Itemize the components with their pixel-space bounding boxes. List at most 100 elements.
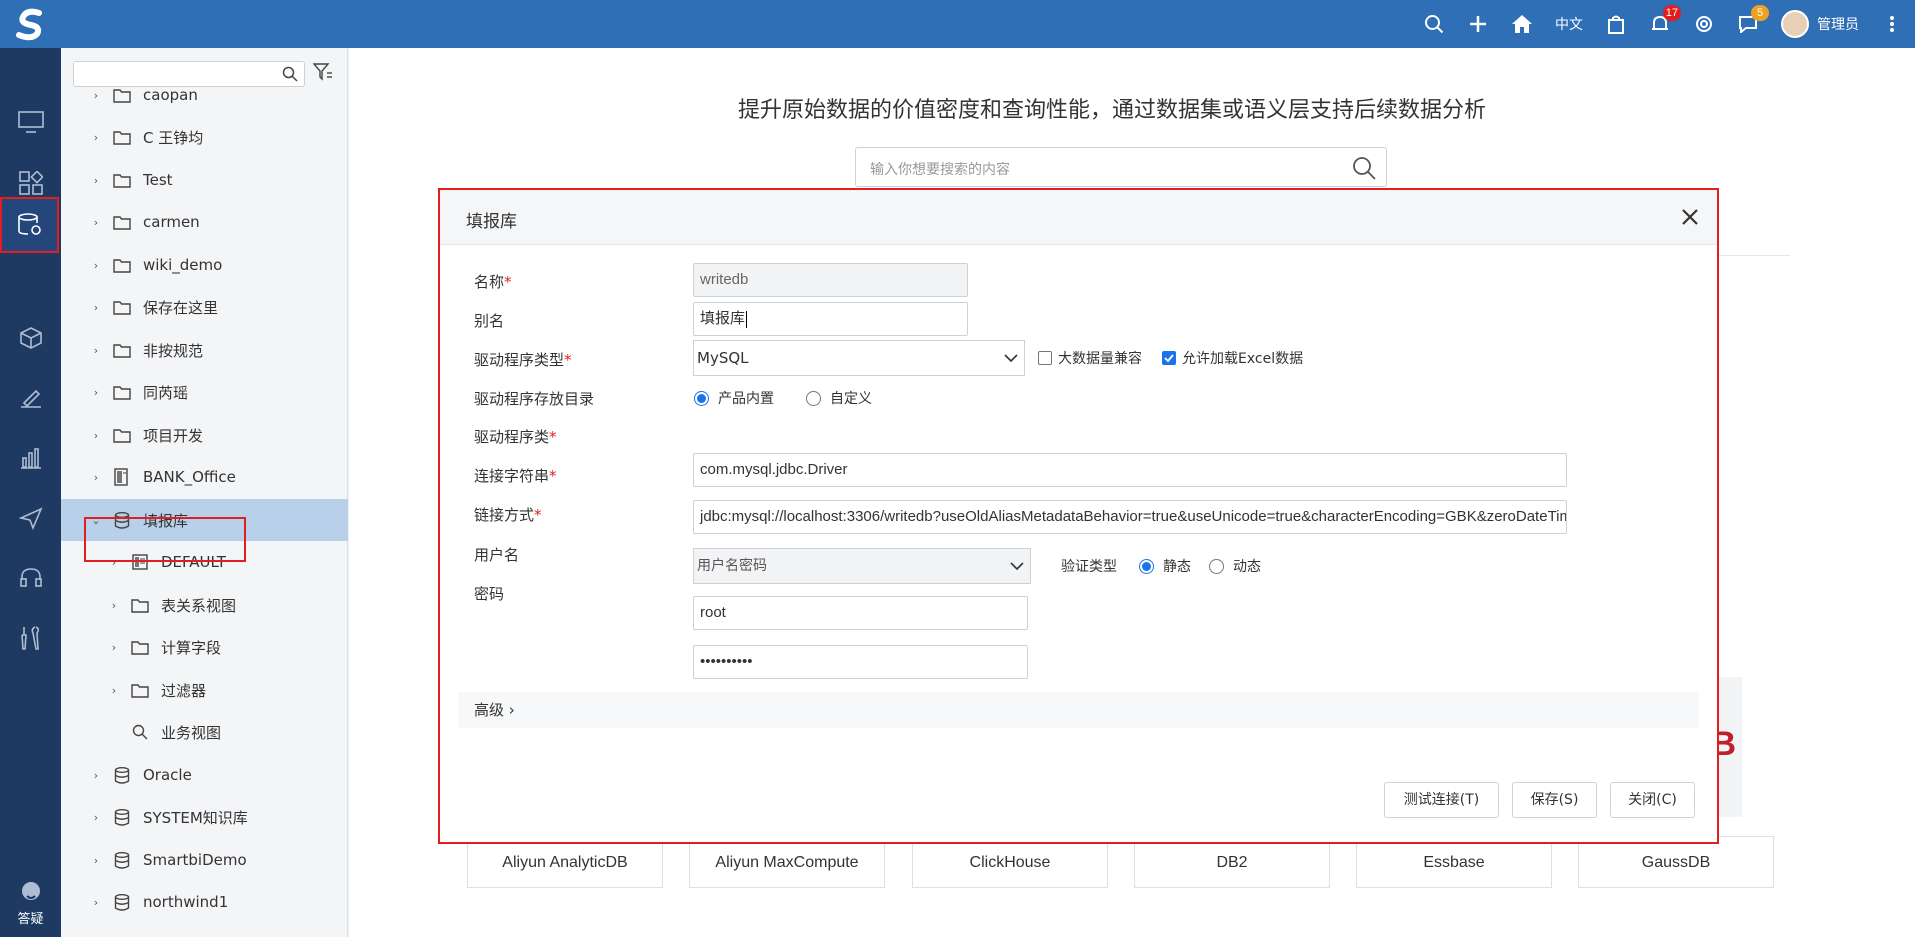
chevron-right-icon[interactable]: ›: [89, 301, 103, 314]
bell-icon[interactable]: 17: [1649, 5, 1681, 35]
driver-dir-custom-radio[interactable]: 自定义: [806, 388, 872, 408]
folder-icon: [113, 172, 131, 188]
home-icon[interactable]: [1511, 13, 1533, 35]
tree-item-label: wiki_demo: [143, 256, 223, 274]
nav-cube-icon[interactable]: [0, 310, 61, 366]
language-switch[interactable]: 中文: [1555, 14, 1583, 34]
nav-edit-icon[interactable]: [0, 370, 61, 426]
chevron-right-icon[interactable]: ›: [89, 896, 103, 909]
username-field[interactable]: root: [693, 596, 1028, 630]
tree-item[interactable]: › DEFAULT: [61, 541, 348, 583]
driver-dir-builtin-radio[interactable]: 产品内置: [694, 388, 774, 408]
driver-type-select[interactable]: MySQL: [693, 340, 1025, 376]
tree-item[interactable]: 业务视图: [61, 711, 348, 753]
tree-item[interactable]: › 同芮瑶: [61, 371, 348, 413]
tree-item[interactable]: › northwind1: [61, 881, 348, 923]
search-icon[interactable]: [1423, 13, 1445, 35]
main-search-input[interactable]: 输入你想要搜索的内容: [855, 147, 1387, 187]
alias-field[interactable]: 填报库: [693, 302, 968, 336]
nav-tools-icon[interactable]: [0, 610, 61, 666]
tree-item[interactable]: ⌄ 填报库: [61, 499, 348, 541]
chevron-right-icon[interactable]: ›: [89, 216, 103, 229]
bigdata-compat-checkbox[interactable]: 大数据量兼容: [1038, 348, 1142, 368]
chevron-right-icon[interactable]: ›: [89, 429, 103, 442]
chevron-right-icon[interactable]: ›: [107, 556, 121, 569]
tree-item-label: BANK_Office: [143, 468, 236, 486]
tree-item[interactable]: › BANK_Office: [61, 456, 348, 498]
chevron-right-icon[interactable]: ›: [89, 174, 103, 187]
smartbi-logo[interactable]: [0, 0, 61, 48]
message-icon[interactable]: 5: [1737, 5, 1769, 35]
add-icon[interactable]: [1467, 13, 1489, 35]
test-connection-button[interactable]: 测试连接(T): [1384, 782, 1499, 818]
database-icon: [113, 766, 131, 784]
tree-item-label: 填报库: [143, 511, 189, 530]
chevron-right-icon[interactable]: ›: [107, 599, 121, 612]
tree-item[interactable]: › 保存在这里: [61, 286, 348, 328]
more-vertical-icon[interactable]: [1881, 13, 1903, 35]
tree-item-label: Oracle: [143, 766, 192, 784]
tree-item[interactable]: › 非按规范: [61, 329, 348, 371]
tree-item-label: 过滤器: [161, 681, 207, 700]
conn-string-field[interactable]: jdbc:mysql://localhost:3306/writedb?useO…: [693, 500, 1567, 534]
folder-icon: [113, 342, 131, 358]
tree-item[interactable]: › Test: [61, 159, 348, 201]
close-icon[interactable]: [1679, 206, 1701, 228]
link-mode-select[interactable]: 用户名密码: [693, 548, 1031, 584]
auth-static-radio[interactable]: 静态: [1139, 556, 1191, 576]
nav-send-icon[interactable]: [0, 490, 61, 546]
close-button[interactable]: 关闭(C): [1610, 782, 1695, 818]
chevron-right-icon[interactable]: ›: [89, 89, 103, 102]
user-menu[interactable]: 管理员: [1781, 10, 1859, 38]
bag-icon[interactable]: [1605, 13, 1627, 35]
chevron-right-icon[interactable]: ›: [89, 769, 103, 782]
chevron-down-icon: [1010, 562, 1024, 571]
chevron-right-icon[interactable]: ›: [89, 471, 103, 484]
chevron-right-icon[interactable]: ›: [107, 641, 121, 654]
help-button[interactable]: 答疑: [0, 880, 61, 927]
search-icon[interactable]: [1352, 156, 1376, 180]
tree-item[interactable]: › wiki_demo: [61, 244, 348, 286]
folder-icon: [113, 214, 131, 230]
chevron-right-icon[interactable]: ›: [89, 131, 103, 144]
password-field[interactable]: ••••••••••: [693, 645, 1028, 679]
tree-item[interactable]: › 过滤器: [61, 669, 348, 711]
chevron-right-icon[interactable]: ›: [89, 344, 103, 357]
chevron-right-icon[interactable]: ›: [89, 811, 103, 824]
alias-value: 填报库: [700, 310, 746, 327]
tree-item[interactable]: › SYSTEM知识库: [61, 796, 348, 838]
nav-data-source-icon[interactable]: [0, 197, 59, 253]
tree-item-label: C 王铮均: [143, 128, 204, 147]
chevron-down-icon[interactable]: ⌄: [89, 514, 103, 527]
tree-item[interactable]: › C 王铮均: [61, 116, 348, 158]
document-db-icon: [113, 468, 131, 486]
advanced-toggle[interactable]: 高级 ›: [458, 692, 1699, 728]
tree-item[interactable]: › 表关系视图: [61, 584, 348, 626]
chevron-down-icon: [1004, 354, 1018, 363]
tree-item[interactable]: › Oracle: [61, 754, 348, 796]
chevron-right-icon[interactable]: ›: [89, 386, 103, 399]
name-field[interactable]: writedb: [693, 263, 968, 297]
folder-icon: [113, 129, 131, 145]
driver-class-field[interactable]: com.mysql.jdbc.Driver: [693, 453, 1567, 487]
search-placeholder: 输入你想要搜索的内容: [870, 162, 1010, 178]
auth-dynamic-radio[interactable]: 动态: [1209, 556, 1261, 576]
tree-item[interactable]: › 项目开发: [61, 414, 348, 456]
nav-headset-icon[interactable]: [0, 550, 61, 606]
tree-item[interactable]: › carmen: [61, 201, 348, 243]
chevron-right-icon[interactable]: ›: [89, 854, 103, 867]
tree-item[interactable]: › 计算字段: [61, 626, 348, 668]
folder-icon: [113, 87, 131, 103]
tree-item-label: caopan: [143, 86, 198, 104]
settings-icon[interactable]: [1693, 13, 1715, 35]
tree-item[interactable]: › SmartbiDemo: [61, 839, 348, 881]
chevron-right-icon[interactable]: ›: [107, 684, 121, 697]
nav-chart-icon[interactable]: [0, 430, 61, 486]
datasource-dialog: 填报库 名称* writedb 别名 填报库 驱动程序类型* MySQL 大数据…: [438, 188, 1719, 844]
save-button[interactable]: 保存(S): [1512, 782, 1597, 818]
tree-item[interactable]: › caopan: [61, 74, 348, 116]
folder-icon: [131, 639, 149, 655]
allow-excel-checkbox[interactable]: 允许加载Excel数据: [1162, 348, 1303, 368]
chevron-right-icon[interactable]: ›: [89, 259, 103, 272]
nav-monitor-icon[interactable]: [0, 94, 61, 150]
